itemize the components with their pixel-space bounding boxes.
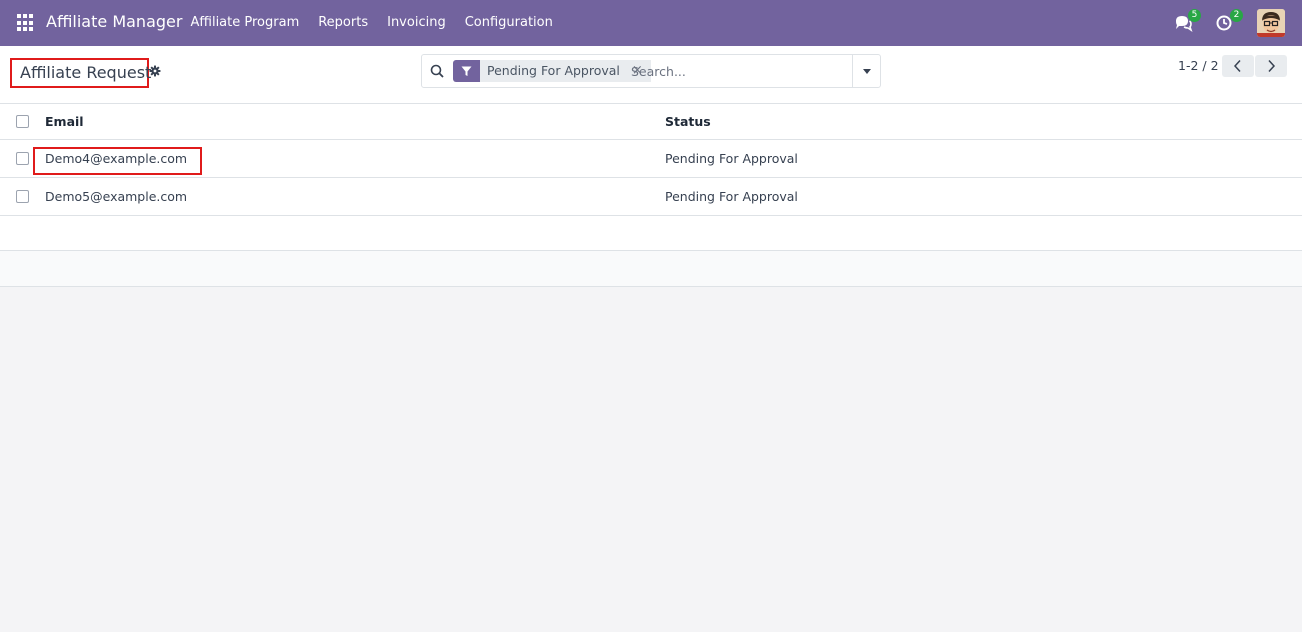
gear-icon[interactable]	[149, 65, 161, 77]
pager-value[interactable]: 1-2 / 2	[1178, 58, 1219, 73]
chevron-right-icon	[1268, 59, 1276, 73]
avatar-image	[1257, 9, 1285, 37]
activities-button[interactable]: 2	[1215, 9, 1243, 36]
search-icon[interactable]	[430, 64, 444, 78]
facet-value: Pending For Approval	[487, 63, 620, 78]
facet-values: Pending For Approval ×	[480, 60, 651, 82]
table-row[interactable]: Demo5@example.com Pending For Approval	[0, 178, 1302, 216]
pager-previous-button[interactable]	[1222, 55, 1254, 77]
menu-item-configuration[interactable]: Configuration	[455, 0, 562, 46]
column-header-email[interactable]: Email	[45, 114, 84, 129]
menu-item-invoicing[interactable]: Invoicing	[378, 0, 456, 46]
menu-item-reports[interactable]: Reports	[309, 0, 378, 46]
table-header: Email Status	[0, 104, 1302, 140]
row-checkbox[interactable]	[16, 190, 29, 203]
user-avatar[interactable]	[1257, 9, 1285, 37]
main-menu: Affiliate Program Reports Invoicing Conf…	[181, 0, 562, 46]
caret-down-icon	[862, 68, 871, 74]
empty-row	[0, 216, 1302, 251]
page-title: Affiliate Request	[20, 63, 152, 82]
status-cell: Pending For Approval	[665, 151, 798, 166]
row-checkbox[interactable]	[16, 152, 29, 165]
list-view: Email Status Demo4@example.com Pending F…	[0, 104, 1302, 287]
messages-button[interactable]: 5	[1173, 9, 1201, 36]
top-navbar: Affiliate Manager Affiliate Program Repo…	[0, 0, 1302, 46]
menu-item-affiliate-program[interactable]: Affiliate Program	[181, 0, 309, 46]
chevron-left-icon	[1233, 59, 1241, 73]
column-header-status[interactable]: Status	[665, 114, 711, 129]
empty-row	[0, 251, 1302, 287]
filter-icon	[453, 60, 480, 82]
activities-badge: 2	[1230, 9, 1243, 22]
messages-badge: 5	[1188, 9, 1201, 22]
email-cell: Demo5@example.com	[45, 189, 188, 204]
app-name[interactable]: Affiliate Manager	[46, 12, 182, 31]
email-cell: Demo4@example.com	[45, 151, 188, 166]
search-bar: Pending For Approval ×	[421, 54, 881, 88]
apps-menu-icon[interactable]	[17, 14, 35, 32]
status-cell: Pending For Approval	[665, 189, 798, 204]
select-all-checkbox[interactable]	[16, 115, 29, 128]
search-facet: Pending For Approval ×	[453, 60, 651, 82]
pager-next-button[interactable]	[1255, 55, 1287, 77]
search-options-toggle[interactable]	[852, 55, 880, 87]
breadcrumb: Affiliate Request	[10, 58, 152, 88]
search-input[interactable]	[631, 60, 846, 82]
table-row[interactable]: Demo4@example.com Pending For Approval	[0, 140, 1302, 178]
